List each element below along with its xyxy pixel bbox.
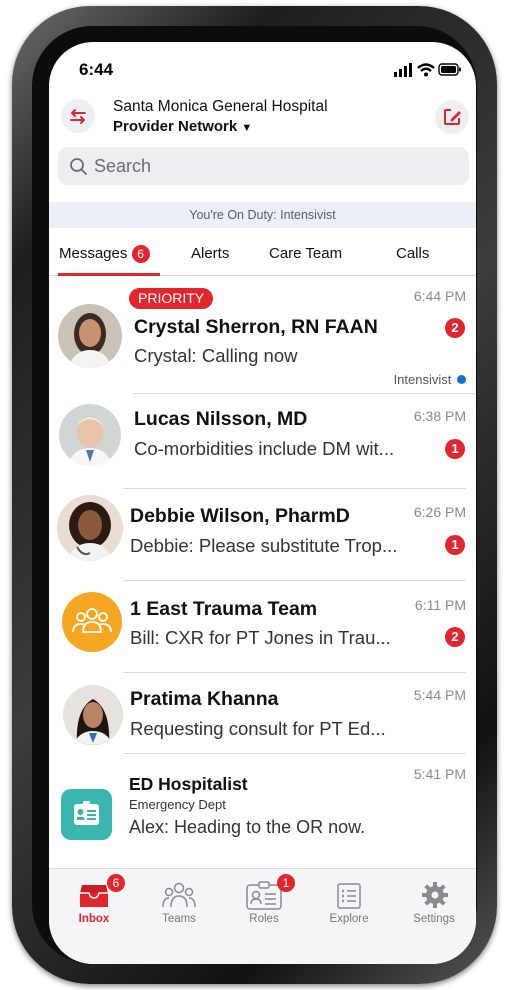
tab-calls[interactable]: Calls — [396, 245, 429, 262]
message-time: 6:44 PM — [413, 288, 466, 304]
nav-teams-label: Teams — [162, 913, 196, 925]
bottom-navigation: 6 Inbox Teams 1 Roles Explore Settings — [49, 868, 476, 964]
conversation-row[interactable]: PRIORITY 6:44 PM Crystal Sherron, RN FAA… — [49, 280, 476, 392]
message-time: 6:11 PM — [414, 597, 466, 613]
nav-roles-label: Roles — [249, 913, 279, 925]
avatar — [57, 495, 123, 561]
conversation-subtitle: Emergency Dept — [129, 797, 226, 812]
message-preview: Debbie: Please substitute Trop... — [130, 535, 398, 556]
messages-count-badge: 6 — [131, 245, 150, 263]
avatar — [63, 685, 123, 745]
inbox-badge: 6 — [107, 874, 125, 892]
conversation-name: Lucas Nilsson, MD — [134, 408, 308, 430]
unread-badge: 1 — [445, 535, 465, 555]
nav-settings-label: Settings — [413, 913, 455, 925]
conversation-name: Crystal Sherron, RN FAAN — [134, 316, 378, 338]
hospitalist-avatar — [61, 789, 112, 840]
conversation-name: ED Hospitalist — [129, 774, 248, 794]
conversation-row[interactable]: Lucas Nilsson, MD 6:38 PM Co-morbidities… — [49, 394, 476, 489]
status-dot-icon — [457, 375, 466, 384]
priority-tag: PRIORITY — [129, 288, 214, 309]
compose-button[interactable] — [435, 100, 469, 134]
network-selector[interactable]: Provider Network ▼ — [113, 118, 252, 135]
message-time: 5:44 PM — [413, 687, 466, 703]
conversation-row[interactable]: Pratima Khanna 5:44 PM Requesting consul… — [49, 673, 476, 753]
search-input[interactable]: Search — [58, 147, 469, 185]
conversation-row[interactable]: 1 East Trauma Team 6:11 PM Bill: CXR for… — [49, 581, 476, 673]
caret-down-icon: ▼ — [241, 122, 253, 134]
signal-icon — [394, 63, 412, 77]
conversation-name: Pratima Khanna — [130, 688, 279, 710]
status-icons — [394, 63, 461, 77]
avatar — [58, 304, 122, 368]
wifi-icon — [417, 63, 435, 77]
role-label: Intensivist — [394, 372, 466, 387]
duty-banner: You're On Duty: Intensivist — [49, 202, 476, 228]
conversation-row[interactable]: Debbie Wilson, PharmD 6:26 PM Debbie: Pl… — [49, 489, 476, 581]
message-time: 6:38 PM — [413, 408, 466, 424]
search-placeholder: Search — [94, 156, 152, 176]
message-preview: Bill: CXR for PT Jones in Trau... — [130, 627, 391, 648]
nav-explore-label: Explore — [329, 913, 369, 925]
unread-badge: 2 — [445, 318, 465, 338]
network-label: Provider Network — [113, 118, 238, 135]
id-badge-icon — [74, 801, 99, 825]
tab-messages[interactable]: Messages 6 — [59, 245, 150, 263]
conversation-name: 1 East Trauma Team — [130, 598, 318, 620]
inbox-icon — [80, 885, 108, 907]
message-preview: Alex: Heading to the OR now. — [129, 817, 366, 837]
nav-inbox-label: Inbox — [78, 913, 110, 925]
unread-badge: 2 — [445, 627, 465, 647]
status-time: 6:44 — [79, 60, 114, 79]
conversation-row[interactable]: ED Hospitalist 5:41 PM Emergency Dept Al… — [49, 754, 476, 854]
unread-badge: 1 — [445, 439, 465, 459]
nav-explore[interactable]: Explore — [314, 873, 384, 929]
message-time: 5:41 PM — [413, 766, 466, 782]
avatar — [59, 404, 121, 466]
explore-icon — [337, 883, 361, 909]
app-screen: 6:44 Santa Monica General Hospital Provi… — [49, 42, 476, 964]
gear-icon — [422, 882, 448, 908]
message-preview: Crystal: Calling now — [134, 345, 298, 366]
tab-alerts[interactable]: Alerts — [191, 245, 229, 262]
tab-messages-label: Messages — [59, 245, 128, 262]
conversation-name: Debbie Wilson, PharmD — [130, 505, 350, 527]
swap-arrows-icon — [70, 109, 86, 124]
nav-teams[interactable]: Teams — [144, 873, 214, 929]
teams-icon — [162, 882, 196, 908]
nav-settings[interactable]: Settings — [399, 873, 469, 929]
organization-name: Santa Monica General Hospital — [113, 98, 328, 115]
nav-inbox[interactable]: 6 Inbox — [59, 873, 129, 929]
role-text: Intensivist — [393, 372, 452, 387]
switch-account-button[interactable] — [61, 99, 95, 133]
tab-care-team[interactable]: Care Team — [269, 245, 342, 262]
nav-roles[interactable]: 1 Roles — [229, 873, 299, 929]
tab-selected-indicator — [58, 273, 160, 276]
message-preview: Co-morbidities include DM wit... — [134, 438, 395, 459]
message-time: 6:26 PM — [413, 504, 466, 520]
roles-badge: 1 — [277, 874, 295, 892]
battery-icon — [438, 63, 461, 76]
team-avatar — [62, 592, 122, 652]
message-preview: Requesting consult for PT Ed... — [130, 718, 386, 739]
search-icon — [70, 158, 87, 175]
compose-icon — [444, 109, 461, 125]
team-group-icon — [72, 608, 112, 633]
